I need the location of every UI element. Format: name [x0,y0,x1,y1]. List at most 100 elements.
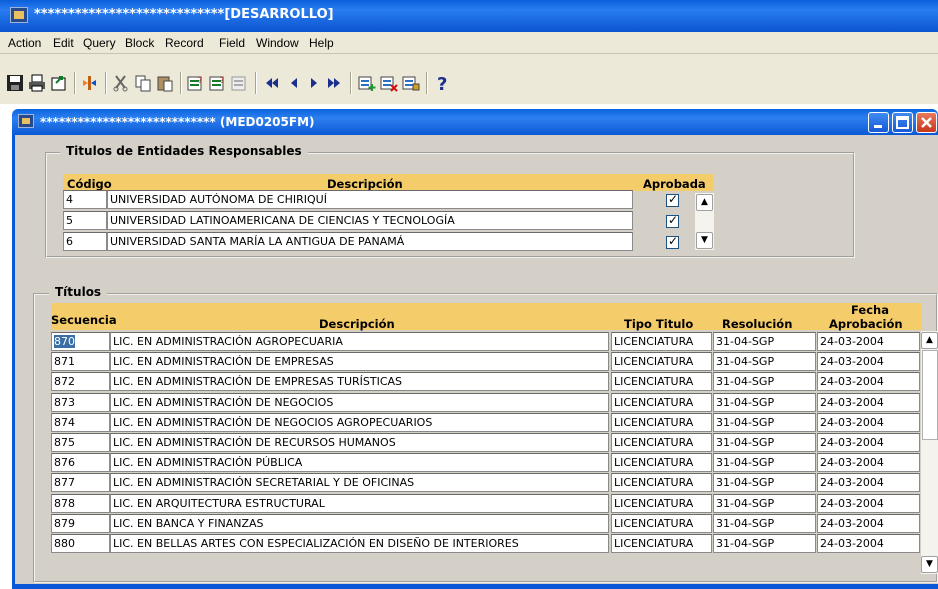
close-button[interactable] [916,112,937,133]
aprobada-checkbox[interactable] [666,234,679,249]
titulo-descripcion-field[interactable]: LIC. EN ADMINISTRACIÓN AGROPECUARIA [110,332,609,351]
menu-query[interactable]: Query [83,36,116,50]
secuencia-field[interactable]: 878 [51,493,110,513]
tipo-titulo-field[interactable]: LICENCIATURA [611,372,712,392]
secuencia-field[interactable]: 879 [51,513,110,533]
enter-query-icon[interactable] [81,74,101,92]
titulo-descripcion-field[interactable]: LIC. EN ADMINISTRACIÓN PÚBLICA [110,453,609,473]
resolucion-field[interactable]: 31-04-SGP [713,332,816,351]
paste-icon[interactable] [156,74,176,92]
codigo-field[interactable]: 4 [63,190,107,209]
fecha-aprobacion-field[interactable]: 24-03-2004 [817,513,920,533]
tipo-titulo-field[interactable]: LICENCIATURA [611,352,712,372]
lock-record-icon[interactable] [402,74,422,92]
menu-edit[interactable]: Edit [53,36,74,50]
previous-record-icon[interactable] [285,74,305,92]
insert-record-icon[interactable]: ? [187,74,207,92]
scroll-up-icon[interactable]: ▲ [696,194,713,211]
tipo-titulo-field[interactable]: LICENCIATURA [611,534,712,553]
fecha-aprobacion-field[interactable]: 24-03-2004 [817,493,920,513]
menu-action[interactable]: Action [8,36,41,50]
tipo-titulo-field[interactable]: LICENCIATURA [611,493,712,513]
delete-row-icon[interactable] [380,74,400,92]
menu-block[interactable]: Block [125,36,154,50]
fecha-aprobacion-field[interactable]: 24-03-2004 [817,534,920,553]
maximize-button[interactable] [892,112,913,133]
resolucion-field[interactable]: 31-04-SGP [713,493,816,513]
resolucion-field[interactable]: 31-04-SGP [713,433,816,452]
secuencia-field[interactable]: 873 [51,392,110,412]
menu-record[interactable]: Record [165,36,204,50]
tipo-titulo-field[interactable]: LICENCIATURA [611,433,712,452]
fecha-aprobacion-field[interactable]: 24-03-2004 [817,372,920,392]
resolucion-field[interactable]: 31-04-SGP [713,473,816,493]
exit-form-icon[interactable] [50,74,70,92]
next-record-icon[interactable] [305,74,325,92]
scroll-down-icon[interactable]: ▼ [921,556,938,573]
entidad-descripcion-field[interactable]: UNIVERSIDAD SANTA MARÍA LA ANTIGUA DE PA… [107,232,633,251]
resolucion-field[interactable]: 31-04-SGP [713,372,816,392]
tipo-titulo-field[interactable]: LICENCIATURA [611,513,712,533]
scroll-up-icon[interactable]: ▲ [921,332,938,349]
secuencia-field[interactable]: 870 [51,332,110,351]
titulo-descripcion-field[interactable]: LIC. EN ADMINISTRACIÓN DE RECURSOS HUMAN… [110,433,609,452]
cut-icon[interactable] [112,74,132,92]
secuencia-field[interactable]: 880 [51,534,110,553]
copy-icon[interactable] [134,74,154,92]
tipo-titulo-field[interactable]: LICENCIATURA [611,473,712,493]
tipo-titulo-field[interactable]: LICENCIATURA [611,392,712,412]
resolucion-field[interactable]: 31-04-SGP [713,352,816,372]
scroll-down-icon[interactable]: ▼ [696,232,713,249]
fecha-aprobacion-field[interactable]: 24-03-2004 [817,352,920,372]
tipo-titulo-field[interactable]: LICENCIATURA [611,412,712,432]
secuencia-field[interactable]: 872 [51,372,110,392]
tipo-titulo-field[interactable]: LICENCIATURA [611,332,712,351]
first-record-icon[interactable] [263,74,283,92]
titulo-descripcion-field[interactable]: LIC. EN BANCA Y FINANZAS [110,513,609,533]
codigo-field[interactable]: 5 [63,211,107,230]
menu-window[interactable]: Window [256,36,299,50]
secuencia-field[interactable]: 876 [51,453,110,473]
secuencia-field[interactable]: 875 [51,433,110,452]
add-row-icon[interactable] [358,74,378,92]
entidad-descripcion-field[interactable]: UNIVERSIDAD LATINOAMERICANA DE CIENCIAS … [107,211,633,230]
entidad-descripcion-field[interactable]: UNIVERSIDAD AUTÓNOMA DE CHIRIQUÍ [107,190,633,209]
scrollbar-thumb[interactable] [922,350,938,440]
print-icon[interactable] [28,74,48,92]
titulo-descripcion-field[interactable]: LIC. EN ADMINISTRACIÓN SECRETARIAL Y DE … [110,473,609,493]
minimize-button[interactable] [868,112,889,133]
resolucion-field[interactable]: 31-04-SGP [713,453,816,473]
save-icon[interactable] [6,74,26,92]
titulo-descripcion-field[interactable]: LIC. EN ADMINISTRACIÓN DE NEGOCIOS AGROP… [110,412,609,432]
clear-record-icon[interactable] [231,74,251,92]
aprobada-checkbox[interactable] [666,213,679,228]
help-icon[interactable]: ? [434,74,454,95]
fecha-aprobacion-field[interactable]: 24-03-2004 [817,473,920,493]
fecha-aprobacion-field[interactable]: 24-03-2004 [817,433,920,452]
fecha-aprobacion-field[interactable]: 24-03-2004 [817,412,920,432]
resolucion-field[interactable]: 31-04-SGP [713,412,816,432]
aprobada-checkbox[interactable] [666,192,679,207]
secuencia-field[interactable]: 874 [51,412,110,432]
resolucion-field[interactable]: 31-04-SGP [713,534,816,553]
tipo-titulo-field[interactable]: LICENCIATURA [611,453,712,473]
titulo-descripcion-field[interactable]: LIC. EN ADMINISTRACIÓN DE EMPRESAS TURÍS… [110,372,609,392]
titulos-title: Títulos [49,285,108,299]
resolucion-field[interactable]: 31-04-SGP [713,513,816,533]
titulo-descripcion-field[interactable]: LIC. EN BELLAS ARTES CON ESPECIALIZACIÓN… [110,534,609,553]
codigo-field[interactable]: 6 [63,232,107,251]
titulo-descripcion-field[interactable]: LIC. EN ADMINISTRACIÓN DE NEGOCIOS [110,392,609,412]
fecha-aprobacion-field[interactable]: 24-03-2004 [817,392,920,412]
titulo-descripcion-field[interactable]: LIC. EN ADMINISTRACIÓN DE EMPRESAS [110,352,609,372]
last-record-icon[interactable] [325,74,345,92]
menu-field[interactable]: Field [219,36,245,50]
menu-help[interactable]: Help [309,36,334,50]
resolucion-field[interactable]: 31-04-SGP [713,392,816,412]
secuencia-field[interactable]: 877 [51,473,110,493]
secuencia-field[interactable]: 871 [51,352,110,372]
duplicate-record-icon[interactable]: ? [209,74,229,92]
fecha-aprobacion-field[interactable]: 24-03-2004 [817,453,920,473]
fecha-aprobacion-field[interactable]: 24-03-2004 [817,332,920,351]
titulo-descripcion-field[interactable]: LIC. EN ARQUITECTURA ESTRUCTURAL [110,493,609,513]
screen: ****************************[DESARROLLO]… [0,0,938,589]
